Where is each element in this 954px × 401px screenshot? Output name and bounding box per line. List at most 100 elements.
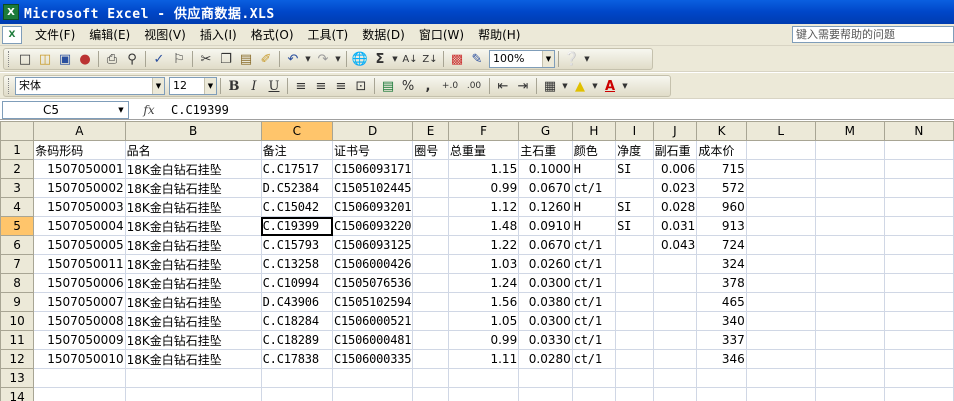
menu-insert[interactable]: 插入(I) (193, 25, 244, 45)
cell-j11[interactable] (652, 330, 698, 350)
cell-i11[interactable] (615, 330, 654, 350)
merge-center-icon[interactable]: ⊡ (351, 76, 371, 96)
increase-decimal-button[interactable]: +.0 (438, 76, 462, 96)
cell-k13[interactable] (696, 368, 747, 388)
cell-g12[interactable]: 0.0280 (518, 349, 573, 369)
cell-d6[interactable]: C1506093125 (331, 235, 414, 255)
cell-h2[interactable]: H (571, 159, 617, 179)
cell-m11[interactable] (814, 330, 885, 350)
row-header[interactable]: 14 (0, 387, 35, 401)
cell-h4[interactable]: H (571, 197, 617, 217)
cell-g10[interactable]: 0.0300 (518, 311, 573, 331)
cell-d2[interactable]: C1506093171 (331, 159, 414, 179)
cell-i13[interactable] (615, 368, 654, 388)
cell-a13[interactable] (33, 368, 126, 388)
print-icon[interactable]: ⎙ (102, 49, 122, 69)
cell-j3[interactable]: 0.023 (652, 178, 698, 198)
cell-e7[interactable] (412, 254, 449, 274)
cell-e12[interactable] (412, 349, 449, 369)
cell-b3[interactable]: 18K金白钻石挂坠 (124, 178, 262, 198)
cell-h13[interactable] (571, 368, 617, 388)
row-header[interactable]: 4 (0, 197, 35, 217)
cell-f6[interactable]: 1.22 (447, 235, 520, 255)
cell-l12[interactable] (745, 349, 816, 369)
column-header-h[interactable]: H (571, 121, 617, 141)
row-header[interactable]: 3 (0, 178, 35, 198)
percent-button[interactable]: % (398, 76, 418, 96)
cell-l2[interactable] (745, 159, 816, 179)
cell-h1[interactable]: 颜色 (571, 140, 617, 160)
decrease-indent-icon[interactable]: ⇤ (493, 76, 513, 96)
cell-e9[interactable] (412, 292, 449, 312)
cell-a10[interactable]: 1507050008 (33, 311, 126, 331)
cell-f8[interactable]: 1.24 (447, 273, 520, 293)
undo-icon[interactable]: ↶ (283, 49, 303, 69)
cell-m5[interactable] (814, 216, 885, 236)
print-preview-icon[interactable]: ⚲ (122, 49, 142, 69)
cell-g13[interactable] (518, 368, 573, 388)
cell-d14[interactable] (331, 387, 414, 401)
align-right-icon[interactable]: ≡ (331, 76, 351, 96)
cell-c3[interactable]: D.C52384 (260, 178, 334, 198)
currency-icon[interactable]: ▤ (378, 76, 398, 96)
row-header[interactable]: 7 (0, 254, 35, 274)
cell-l6[interactable] (745, 235, 816, 255)
cell-i14[interactable] (615, 387, 654, 401)
dropdown-arrow-icon[interactable]: ▼ (390, 49, 400, 69)
cell-k2[interactable]: 715 (696, 159, 747, 179)
chevron-down-icon[interactable]: ▼ (115, 103, 127, 117)
cell-n8[interactable] (883, 273, 954, 293)
cell-f11[interactable]: 0.99 (447, 330, 520, 350)
menu-view[interactable]: 视图(V) (137, 25, 193, 45)
cell-i6[interactable] (615, 235, 654, 255)
sort-ascending-icon[interactable]: A↓ (400, 49, 420, 69)
cell-l14[interactable] (745, 387, 816, 401)
chevron-down-icon[interactable]: ▼ (204, 78, 216, 94)
formula-input[interactable]: C.C19399 (169, 101, 954, 119)
row-header[interactable]: 1 (0, 140, 35, 160)
cell-l1[interactable] (745, 140, 816, 160)
column-header-l[interactable]: L (745, 121, 816, 141)
cell-l4[interactable] (745, 197, 816, 217)
chevron-down-icon[interactable]: ▼ (542, 51, 554, 67)
cell-n7[interactable] (883, 254, 954, 274)
cell-m10[interactable] (814, 311, 885, 331)
cell-b13[interactable] (124, 368, 262, 388)
cell-h3[interactable]: ct/1 (571, 178, 617, 198)
cell-g1[interactable]: 主石重 (518, 140, 573, 160)
cell-l10[interactable] (745, 311, 816, 331)
cell-i10[interactable] (615, 311, 654, 331)
row-header[interactable]: 10 (0, 311, 35, 331)
cell-c14[interactable] (260, 387, 334, 401)
cell-h12[interactable]: ct/1 (571, 349, 617, 369)
cell-e5[interactable] (412, 216, 449, 236)
cell-a7[interactable]: 1507050011 (33, 254, 126, 274)
cell-m4[interactable] (814, 197, 885, 217)
cell-a12[interactable]: 1507050010 (33, 349, 126, 369)
cell-e2[interactable] (412, 159, 449, 179)
cell-k6[interactable]: 724 (696, 235, 747, 255)
cell-n6[interactable] (883, 235, 954, 255)
copy-icon[interactable]: ❐ (216, 49, 236, 69)
cell-i1[interactable]: 净度 (615, 140, 654, 160)
cell-l5[interactable] (745, 216, 816, 236)
cell-j7[interactable] (652, 254, 698, 274)
dropdown-arrow-icon[interactable]: ▼ (333, 49, 343, 69)
font-size-select[interactable]: 12 ▼ (169, 77, 217, 95)
cell-f3[interactable]: 0.99 (447, 178, 520, 198)
cell-b14[interactable] (124, 387, 262, 401)
cell-i8[interactable] (615, 273, 654, 293)
menu-format[interactable]: 格式(O) (244, 25, 301, 45)
font-name-select[interactable]: 宋体 ▼ (15, 77, 165, 95)
cell-f12[interactable]: 1.11 (447, 349, 520, 369)
dropdown-arrow-icon[interactable]: ▼ (590, 76, 600, 96)
cell-e8[interactable] (412, 273, 449, 293)
cell-g11[interactable]: 0.0330 (518, 330, 573, 350)
drawing-icon[interactable]: ✎ (467, 49, 487, 69)
select-all-corner[interactable] (0, 121, 35, 141)
autosum-icon[interactable]: Σ (370, 49, 390, 69)
cell-h6[interactable]: ct/1 (571, 235, 617, 255)
cell-f9[interactable]: 1.56 (447, 292, 520, 312)
cell-e6[interactable] (412, 235, 449, 255)
cell-d13[interactable] (331, 368, 414, 388)
